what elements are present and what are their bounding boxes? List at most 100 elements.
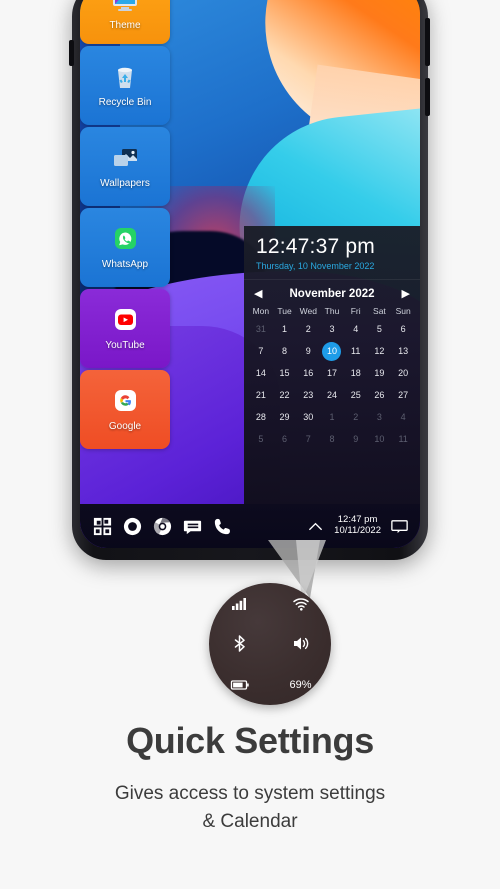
tile-google[interactable]: Google <box>80 370 170 449</box>
taskbar-date: 10/11/2022 <box>334 525 381 536</box>
bluetooth-icon <box>234 635 245 653</box>
volume-down-button[interactable] <box>425 78 430 116</box>
recycle-bin-icon <box>118 67 132 88</box>
calendar-day[interactable]: 31 <box>249 320 273 339</box>
calendar-day[interactable]: 5 <box>368 320 392 339</box>
quick-settings-volume[interactable] <box>291 634 310 653</box>
calendar-day[interactable]: 6 <box>391 320 415 339</box>
chrome-icon[interactable] <box>152 516 173 537</box>
calendar-day[interactable]: 12 <box>368 342 392 361</box>
wifi-icon <box>293 598 309 611</box>
battery-percent-label: 69% <box>289 678 312 691</box>
calendar-day[interactable]: 19 <box>368 364 392 383</box>
start-icon[interactable] <box>92 516 113 537</box>
tile-whatsapp[interactable]: WhatsApp <box>80 208 170 287</box>
calendar-day[interactable]: 15 <box>273 364 297 383</box>
calendar-day[interactable]: 8 <box>273 342 297 361</box>
calendar-day[interactable]: 10 <box>368 430 392 449</box>
clock-box: 12:47:37 pm Thursday, 10 November 2022 <box>244 226 420 281</box>
calendar-day[interactable]: 26 <box>368 386 392 405</box>
calendar-day[interactable]: 9 <box>344 430 368 449</box>
action-center-icon[interactable] <box>389 516 410 537</box>
tile-recycle-bin[interactable]: Recycle Bin <box>80 46 170 125</box>
taskbar-icons <box>80 516 233 537</box>
calendar-day[interactable]: 2 <box>296 320 320 339</box>
calendar-day[interactable]: 20 <box>391 364 415 383</box>
calendar-day[interactable]: 3 <box>368 408 392 427</box>
quick-settings-wifi[interactable] <box>291 594 310 613</box>
calendar-day[interactable]: 11 <box>344 342 368 361</box>
calendar-day[interactable]: 16 <box>296 364 320 383</box>
quick-settings-bluetooth[interactable] <box>230 634 249 653</box>
volume-icon <box>294 637 309 650</box>
calendar-day[interactable]: 7 <box>249 342 273 361</box>
calendar-day[interactable]: 25 <box>344 386 368 405</box>
caption-title: Quick Settings <box>126 720 374 761</box>
calendar-day[interactable]: 14 <box>249 364 273 383</box>
calendar-day[interactable]: 1 <box>273 320 297 339</box>
taskbar-clock[interactable]: 12:47 pm 10/11/2022 <box>334 514 381 537</box>
tile-label: Google <box>108 421 142 432</box>
calendar-header: ◀ November 2022 ▶ <box>244 280 420 304</box>
tile-theme[interactable]: Theme <box>80 0 170 44</box>
quick-settings-battery-percent-cell: 69% <box>289 679 311 691</box>
calendar-month-title: November 2022 <box>289 288 375 301</box>
calendar-day[interactable]: 23 <box>296 386 320 405</box>
calendar-day[interactable]: 8 <box>320 430 344 449</box>
calendar-dow-tue: Tue <box>277 306 292 317</box>
calendar-day[interactable]: 6 <box>273 430 297 449</box>
system-tray: 12:47 pm 10/11/2022 <box>305 514 420 537</box>
calendar-day[interactable]: 30 <box>296 408 320 427</box>
calendar-day[interactable]: 4 <box>391 408 415 427</box>
calendar-dow-sat: Sat <box>373 306 386 317</box>
calendar-day[interactable]: 24 <box>320 386 344 405</box>
calendar-day[interactable]: 1 <box>320 408 344 427</box>
phone-icon[interactable] <box>212 516 233 537</box>
quick-settings-battery[interactable] <box>227 675 253 694</box>
prev-month-button[interactable]: ◀ <box>254 288 262 300</box>
tile-label: Wallpapers <box>100 178 150 189</box>
calendar-day[interactable]: 17 <box>320 364 344 383</box>
calendar-day[interactable]: 9 <box>296 342 320 361</box>
quick-settings-signal[interactable] <box>230 594 249 613</box>
calendar-day[interactable]: 2 <box>344 408 368 427</box>
chevron-up-icon[interactable] <box>305 516 326 537</box>
calendar-day[interactable]: 4 <box>344 320 368 339</box>
tile-label: Theme <box>109 19 141 31</box>
calendar-day[interactable]: 3 <box>320 320 344 339</box>
calendar-day[interactable]: 10 <box>320 342 344 362</box>
next-month-button[interactable]: ▶ <box>402 288 410 300</box>
tile-label: YouTube <box>105 340 145 351</box>
cortana-icon[interactable] <box>122 516 143 537</box>
caption: Quick Settings Gives access to system se… <box>0 720 500 835</box>
calendar-day[interactable]: 7 <box>296 430 320 449</box>
caption-subtitle-line1: Gives access to system settings <box>114 783 386 804</box>
calendar-day[interactable]: 5 <box>249 430 273 449</box>
mute-switch[interactable] <box>69 40 74 66</box>
volume-up-button[interactable] <box>425 18 430 66</box>
messages-icon[interactable] <box>182 516 203 537</box>
phone-screen: Theme Recycle Bin Wallpapers WhatsApp Yo… <box>80 0 420 548</box>
tile-wallpapers[interactable]: Wallpapers <box>80 127 170 206</box>
calendar-day[interactable]: 27 <box>391 386 415 405</box>
calendar-day[interactable]: 13 <box>391 342 415 361</box>
signal-icon <box>232 597 246 610</box>
calendar-dow-mon: Mon <box>252 306 270 317</box>
whatsapp-icon <box>115 228 136 249</box>
app-tile-column: Theme Recycle Bin Wallpapers WhatsApp Yo… <box>80 0 170 451</box>
calendar-day[interactable]: 11 <box>391 430 415 449</box>
calendar-day[interactable]: 28 <box>249 408 273 427</box>
calendar-day[interactable]: 21 <box>249 386 273 405</box>
calendar-day[interactable]: 18 <box>344 364 368 383</box>
calendar-dow-thu: Thu <box>324 306 340 317</box>
calendar-dow-sun: Sun <box>395 306 411 317</box>
clock-date: Thursday, 10 November 2022 <box>256 261 375 272</box>
calendar-day[interactable]: 22 <box>273 386 297 405</box>
calendar-dow-wed: Wed <box>299 306 317 317</box>
clock-calendar-widget: 12:47:37 pm Thursday, 10 November 2022 ◀… <box>244 226 420 506</box>
calendar-day[interactable]: 29 <box>273 408 297 427</box>
calendar-weekday-row: Mon Tue Wed Thu Fri Sat Sun <box>244 304 420 318</box>
youtube-icon <box>115 309 136 330</box>
taskbar: 12:47 pm 10/11/2022 <box>80 504 420 548</box>
tile-youtube[interactable]: YouTube <box>80 289 170 368</box>
